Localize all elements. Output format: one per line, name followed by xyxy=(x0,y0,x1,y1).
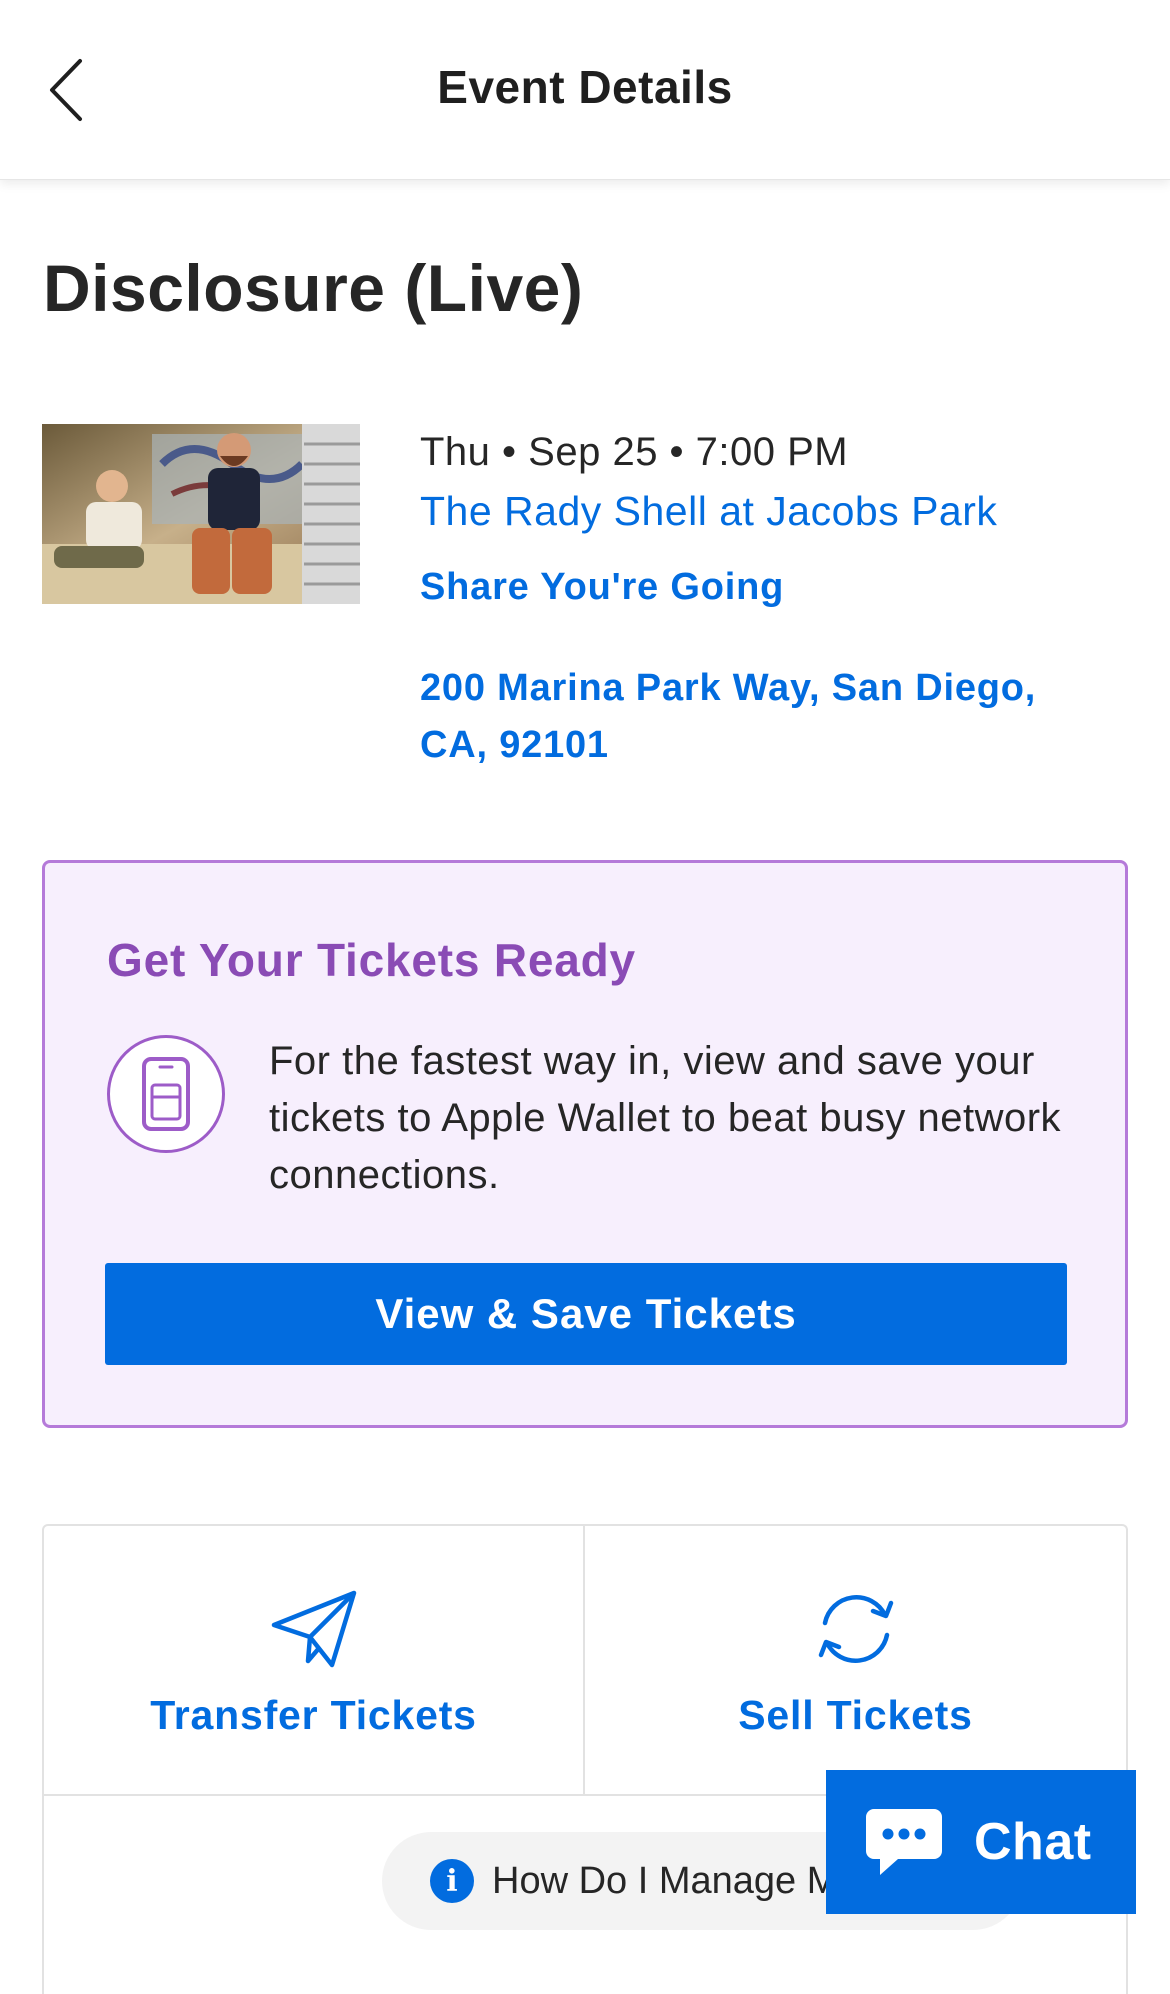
tickets-ready-card: Get Your Tickets Ready For the fastest w… xyxy=(42,860,1128,1428)
paper-plane-icon xyxy=(271,1590,356,1668)
phone-ticket-icon xyxy=(142,1057,190,1131)
transfer-tickets-label: Transfer Tickets xyxy=(150,1692,477,1738)
chat-button[interactable]: Chat xyxy=(826,1770,1136,1914)
share-link[interactable]: Share You're Going xyxy=(420,566,784,609)
transfer-tickets-button[interactable]: Transfer Tickets xyxy=(44,1526,585,1794)
event-image[interactable] xyxy=(42,424,360,604)
ticket-actions-panel: Transfer Tickets Sell Tickets i How Do I… xyxy=(42,1524,1128,1994)
info-icon: i xyxy=(430,1859,474,1903)
venue-link[interactable]: The Rady Shell at Jacobs Park xyxy=(420,488,997,535)
sell-tickets-button[interactable]: Sell Tickets xyxy=(585,1526,1126,1794)
chat-label: Chat xyxy=(974,1813,1092,1871)
wallet-icon xyxy=(107,1035,225,1153)
view-save-tickets-button[interactable]: View & Save Tickets xyxy=(105,1263,1067,1365)
chat-bubble-icon xyxy=(866,1809,942,1875)
top-bar: Event Details xyxy=(0,0,1170,180)
tickets-ready-description: For the fastest way in, view and save yo… xyxy=(269,1039,1062,1197)
tickets-ready-title: Get Your Tickets Ready xyxy=(107,934,636,986)
event-date: Thu • Sep 25 • 7:00 PM xyxy=(420,430,849,474)
sell-tickets-label: Sell Tickets xyxy=(738,1692,973,1738)
page-title: Event Details xyxy=(437,61,733,113)
refresh-arrows-icon xyxy=(818,1595,893,1663)
address-link[interactable]: 200 Marina Park Way, San Diego, CA, 9210… xyxy=(420,660,1080,774)
artist-photo-icon xyxy=(42,424,360,604)
event-title: Disclosure (Live) xyxy=(43,251,584,325)
